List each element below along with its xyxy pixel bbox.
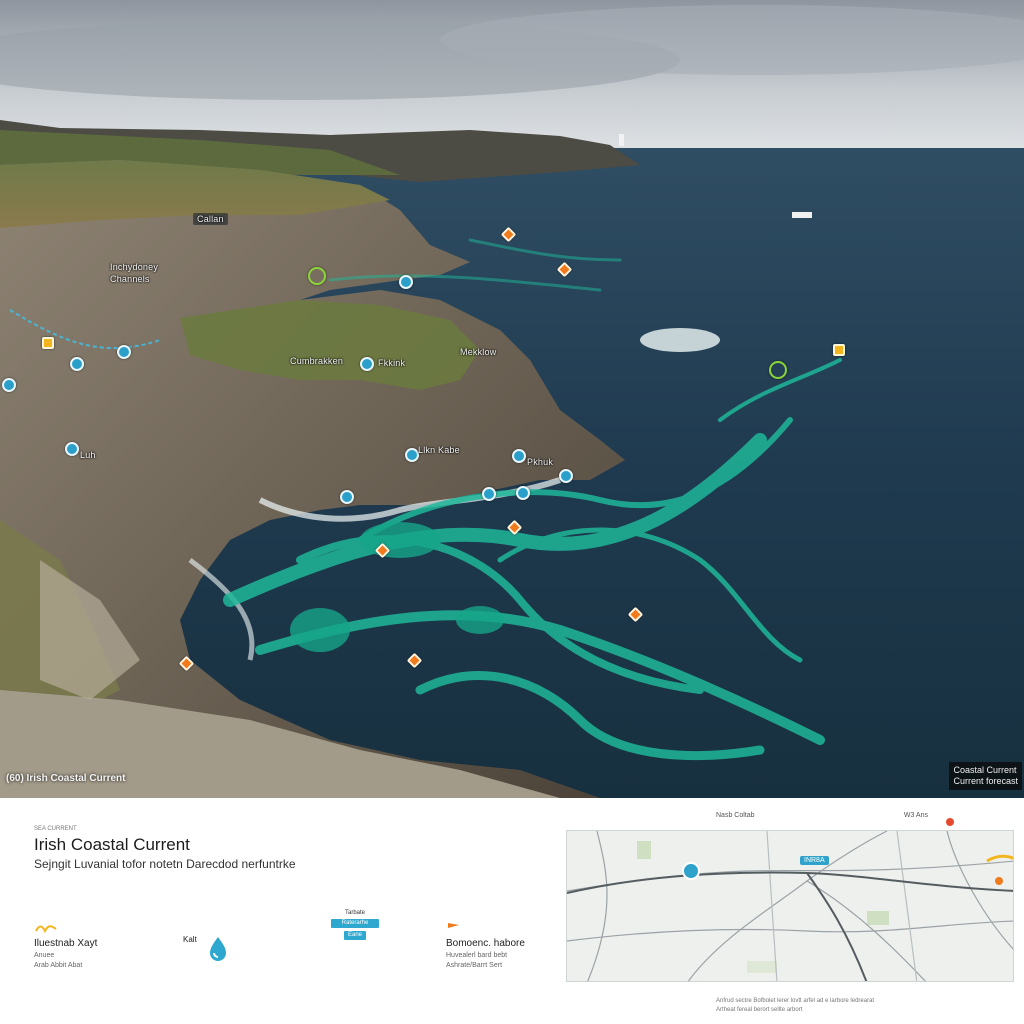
- road-map-inset[interactable]: [566, 830, 1014, 982]
- label-lower-cliff: Luh: [80, 450, 96, 460]
- current-marker[interactable]: [70, 357, 84, 371]
- hero-caption-box: Coastal Current Current forecast: [949, 762, 1022, 790]
- map-footer: Anfrud sectre Bofbolet lerer lovtt arfel…: [716, 997, 976, 1015]
- flag-icon: [448, 923, 459, 931]
- hero-caption-box-line2: Current forecast: [953, 776, 1018, 786]
- wave-icon: [35, 925, 57, 934]
- mini-legend-title: Tarbate: [344, 910, 365, 916]
- scene-illustration: [0, 0, 1024, 798]
- current-marker[interactable]: [65, 442, 79, 456]
- current-marker[interactable]: [559, 469, 573, 483]
- hero-caption: (60) Irish Coastal Current: [6, 773, 126, 784]
- stat-flow-label: Kalt: [183, 935, 197, 944]
- warning-marker[interactable]: [833, 344, 845, 356]
- map-callout-badge[interactable]: INR8A: [800, 856, 829, 865]
- current-marker[interactable]: [516, 486, 530, 500]
- water-drop-icon: [210, 937, 226, 961]
- map-header-left: Nasb Coltab: [716, 812, 755, 819]
- hero-caption-box-line1: Coastal Current: [953, 765, 1017, 775]
- stat-boundary: Bomoenc. habore Huvealerl bard bebt Ashr…: [446, 938, 525, 969]
- label-headland-left-sub: Channels: [110, 274, 150, 284]
- stat-boundary-sub: Huvealerl bard bebt: [446, 952, 508, 959]
- mini-legend: Tarbate Raterarhe Eane: [328, 910, 382, 940]
- current-marker[interactable]: [360, 357, 374, 371]
- map-header-right: W3 Ans: [903, 812, 928, 819]
- map-footer-line1: Anfrud sectre Bofbolet lerer lovtt arfel…: [716, 998, 875, 1004]
- page-subtitle: Sejngit Luvanial tofor notetn Darecdod n…: [34, 857, 296, 871]
- label-mid-cliff: Cumbrakken: [290, 356, 344, 366]
- panel-tag: SEA CURRENT: [34, 826, 77, 832]
- label-cliff-top: Callan: [193, 213, 228, 225]
- label-mid-cliff-2: Fkkink: [378, 358, 406, 368]
- road-map-graphic: [567, 831, 1013, 981]
- stat-tidal-sub: Anuee: [34, 952, 55, 959]
- label-point: Pkhuk: [527, 457, 554, 467]
- current-marker[interactable]: [405, 448, 419, 462]
- page-title: Irish Coastal Current: [34, 835, 190, 854]
- buoy-marker[interactable]: [308, 267, 326, 285]
- label-headland-left: Inchydoney: [110, 262, 159, 272]
- current-marker[interactable]: [512, 449, 526, 463]
- label-mid-cliff-3: Mekklow: [460, 347, 497, 357]
- coastal-aerial-map[interactable]: Callan Inchydoney Channels Cumbrakken Fk…: [0, 0, 1024, 798]
- current-marker[interactable]: [340, 490, 354, 504]
- buoy-marker[interactable]: [769, 361, 787, 379]
- map-pin-icon[interactable]: [946, 818, 954, 826]
- stat-boundary-label: Bomoenc. habore: [446, 938, 525, 949]
- warning-marker[interactable]: [42, 337, 54, 349]
- stat-boundary-sub2: Ashrate/Barrt Sert: [446, 962, 503, 969]
- legend-chip[interactable]: Raterarhe: [331, 919, 379, 928]
- legend-chip[interactable]: Eane: [344, 931, 366, 940]
- stat-tidal: Iluestnab Xayt Anuee Arab Abbit Abat: [34, 938, 97, 969]
- label-lower-cliff-2: Llkn Kabe: [418, 445, 460, 455]
- map-footer-line2: Artheat fereal berort sellte arbort: [716, 1007, 803, 1013]
- current-marker[interactable]: [117, 345, 131, 359]
- current-marker[interactable]: [2, 378, 16, 392]
- stat-tidal-label: Iluestnab Xayt: [34, 938, 98, 949]
- stat-tidal-sub2: Arab Abbit Abat: [34, 962, 83, 969]
- current-marker[interactable]: [482, 487, 496, 501]
- current-marker[interactable]: [399, 275, 413, 289]
